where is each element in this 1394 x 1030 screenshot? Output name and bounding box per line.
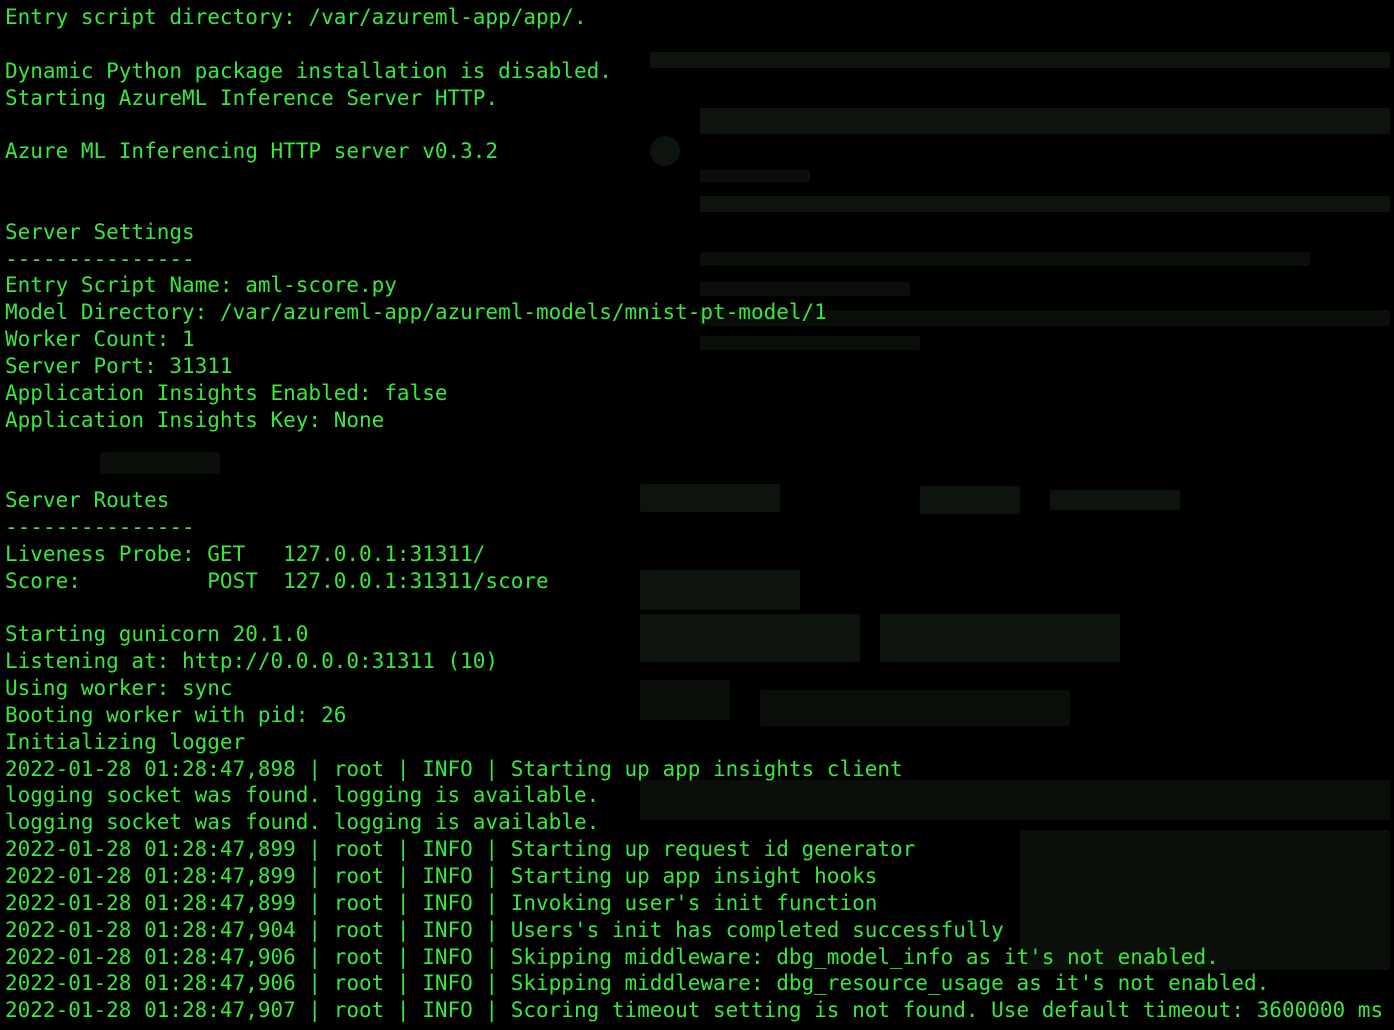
output-line: Liveness Probe: GET 127.0.0.1:31311/ xyxy=(5,541,486,566)
output-line: --------------- xyxy=(5,515,195,540)
output-line: Starting gunicorn 20.1.0 xyxy=(5,622,309,647)
output-line: Application Insights Enabled: false xyxy=(5,380,448,405)
output-line: Listening at: http://0.0.0.0:31311 (10) xyxy=(5,649,499,674)
output-line: Using worker: sync xyxy=(5,676,233,701)
output-line: Model Directory: /var/azureml-app/azurem… xyxy=(5,300,827,325)
output-line: 2022-01-28 01:28:47,904 | root | INFO | … xyxy=(5,917,1004,942)
output-line: logging socket was found. logging is ava… xyxy=(5,810,600,835)
output-line: 2022-01-28 01:28:47,907 | root | INFO | … xyxy=(5,998,1384,1023)
output-line: Initializing logger xyxy=(5,729,246,754)
output-line: 2022-01-28 01:28:47,906 | root | INFO | … xyxy=(5,944,1219,969)
output-line: Application Insights Key: None xyxy=(5,407,385,432)
output-line: Server Settings xyxy=(5,219,195,244)
output-line: --------------- xyxy=(5,246,195,271)
output-line: Server Routes xyxy=(5,488,170,513)
output-line: Azure ML Inferencing HTTP server v0.3.2 xyxy=(5,139,499,164)
output-line: Worker Count: 1 xyxy=(5,327,195,352)
output-line: logging socket was found. logging is ava… xyxy=(5,783,600,808)
output-line: 2022-01-28 01:28:47,899 | root | INFO | … xyxy=(5,890,878,915)
output-line: 2022-01-28 01:28:47,899 | root | INFO | … xyxy=(5,864,878,888)
output-line: Score: POST 127.0.0.1:31311/score xyxy=(5,568,549,593)
output-line: Server Port: 31311 xyxy=(5,353,233,378)
output-line: 2022-01-28 01:28:47,899 | root | INFO | … xyxy=(5,837,916,862)
output-line: Dynamic Python package installation is d… xyxy=(5,58,612,83)
output-line: Starting AzureML Inference Server HTTP. xyxy=(5,85,499,110)
output-line: Entry Script Name: aml-score.py xyxy=(5,273,397,298)
terminal-window[interactable]: Entry script directory: /var/azureml-app… xyxy=(0,0,1394,1030)
output-line: Booting worker with pid: 26 xyxy=(5,702,347,727)
output-line: 2022-01-28 01:28:47,906 | root | INFO | … xyxy=(5,971,1270,996)
output-line: 2022-01-28 01:28:47,898 | root | INFO | … xyxy=(5,756,903,781)
output-line: Entry script directory: /var/azureml-app… xyxy=(5,5,587,29)
terminal-output[interactable]: Entry script directory: /var/azureml-app… xyxy=(5,4,1383,1024)
